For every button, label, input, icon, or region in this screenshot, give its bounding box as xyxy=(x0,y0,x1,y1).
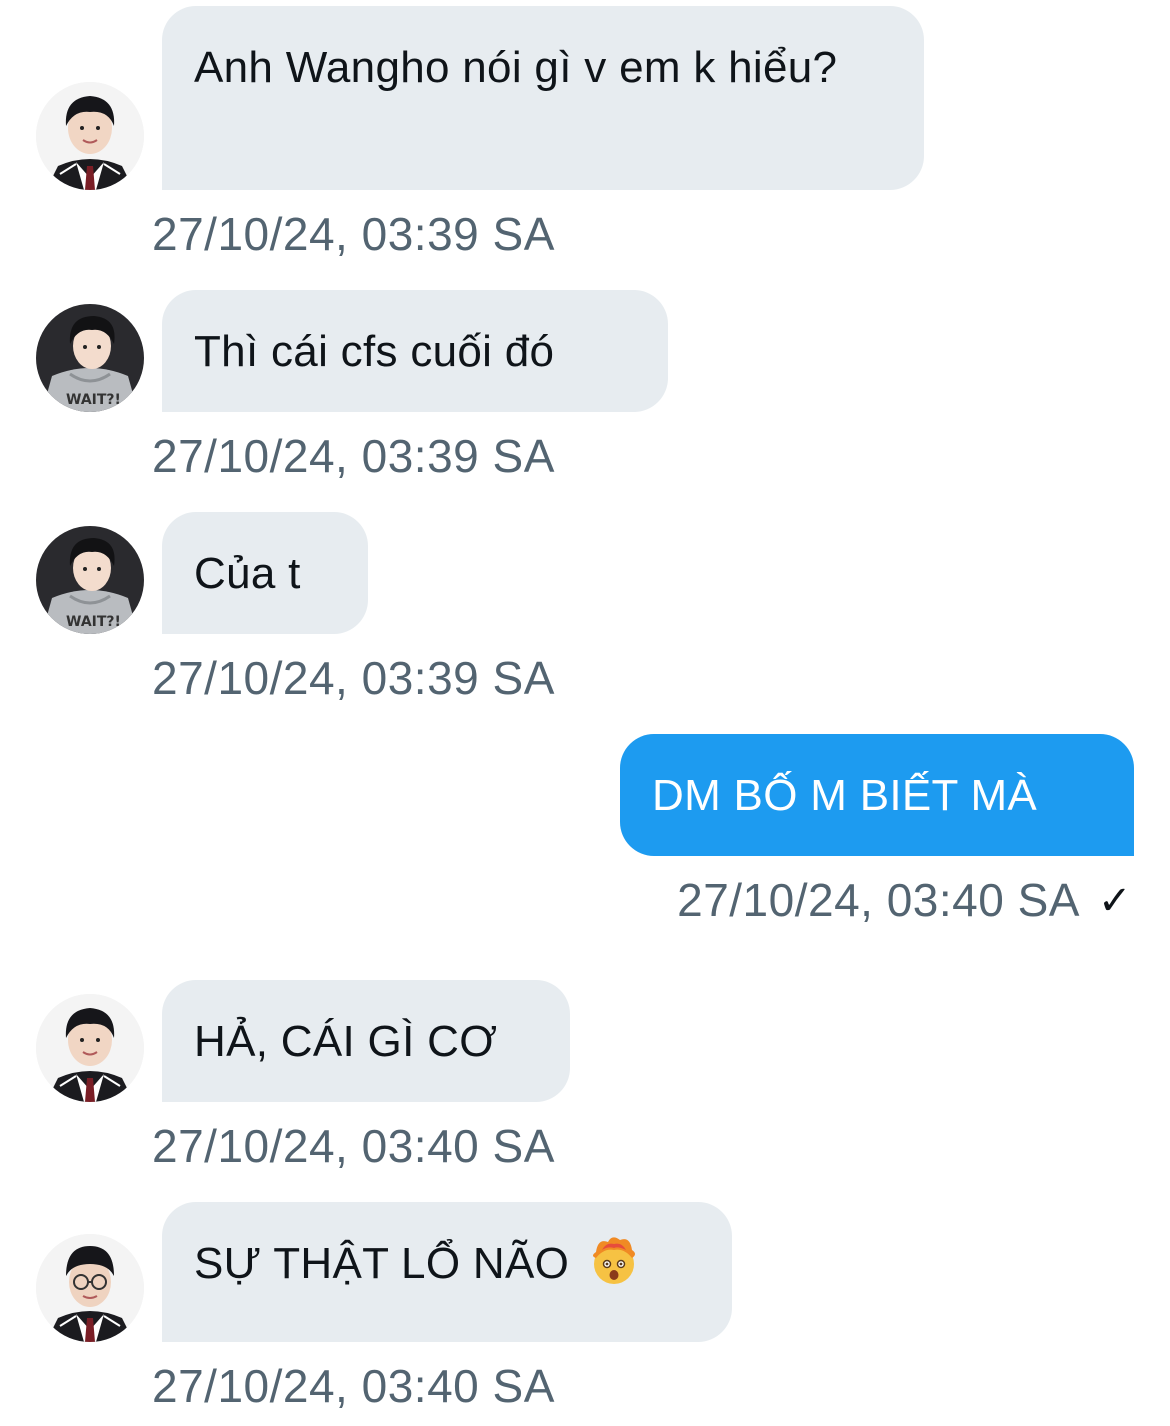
avatar[interactable] xyxy=(36,82,144,190)
svg-text:WAIT?!: WAIT?! xyxy=(66,392,121,408)
message-text: Anh Wangho nói gì v em k hiểu? xyxy=(194,43,838,92)
exploding-head-emoji xyxy=(592,1237,635,1284)
svg-text:WAIT?!: WAIT?! xyxy=(66,614,121,630)
message-timestamp: 27/10/24, 03:39 SA xyxy=(152,208,555,260)
avatar-hoodie-image: WAIT?! xyxy=(36,526,144,634)
avatar-glasses-image xyxy=(36,1234,144,1342)
avatar-hoodie-image: WAIT?! xyxy=(36,304,144,412)
message-text: HẢ, CÁI GÌ CƠ xyxy=(194,1017,498,1066)
message-bubble[interactable]: HẢ, CÁI GÌ CƠ xyxy=(162,980,570,1102)
message-timestamp: 27/10/24, 03:39 SA xyxy=(152,652,555,704)
avatar[interactable] xyxy=(36,994,144,1102)
message-text: Của t xyxy=(194,549,301,598)
message-bubble[interactable]: DM BỐ M BIẾT MÀ xyxy=(620,734,1134,856)
avatar[interactable]: WAIT?! xyxy=(36,304,144,412)
message-timestamp: 27/10/24, 03:39 SA xyxy=(152,430,555,482)
avatar[interactable] xyxy=(36,1234,144,1342)
message-text: SỰ THẬT LỔ NÃO xyxy=(194,1239,570,1288)
message-timestamp: 27/10/24, 03:40 SA ✓ xyxy=(677,872,1132,929)
message-bubble[interactable]: Anh Wangho nói gì v em k hiểu? xyxy=(162,6,924,190)
message-bubble[interactable]: SỰ THẬT LỔ NÃO xyxy=(162,1202,732,1342)
avatar-uniform-image xyxy=(36,82,144,190)
avatar[interactable]: WAIT?! xyxy=(36,526,144,634)
message-text: DM BỐ M BIẾT MÀ xyxy=(652,771,1038,820)
message-bubble[interactable]: Của t xyxy=(162,512,368,634)
message-timestamp: 27/10/24, 03:40 SA xyxy=(152,1360,555,1412)
checkmark-icon: ✓ xyxy=(1097,879,1132,923)
message-bubble[interactable]: Thì cái cfs cuối đó xyxy=(162,290,668,412)
message-timestamp: 27/10/24, 03:40 SA xyxy=(152,1120,555,1172)
message-text: Thì cái cfs cuối đó xyxy=(194,327,555,376)
avatar-uniform-image xyxy=(36,994,144,1102)
timestamp-text: 27/10/24, 03:40 SA xyxy=(677,874,1080,926)
